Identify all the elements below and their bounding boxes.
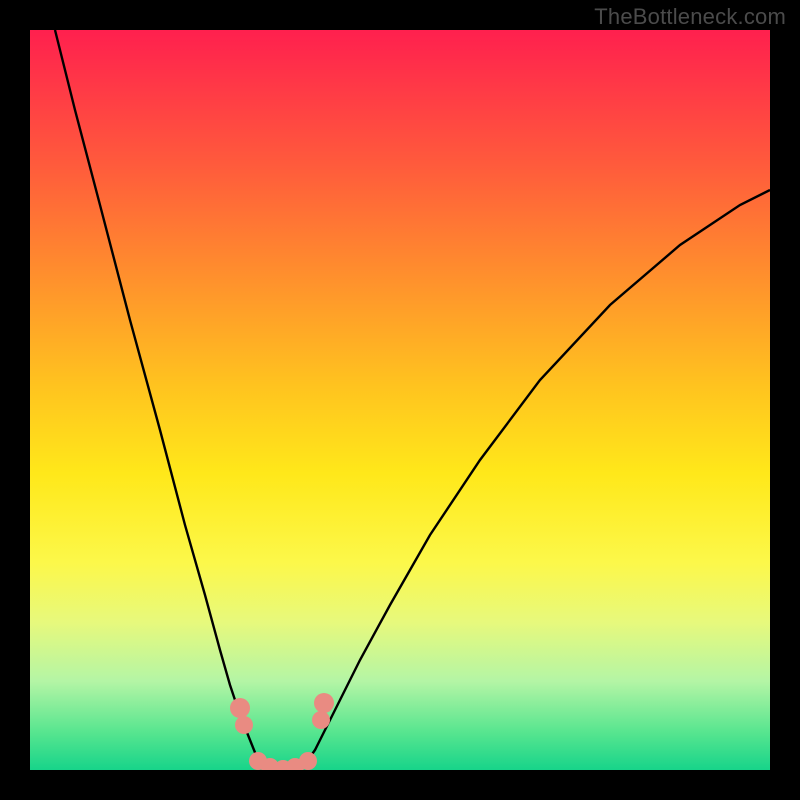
- curve-group: [55, 30, 770, 769]
- outer-frame: TheBottleneck.com: [0, 0, 800, 800]
- watermark-text: TheBottleneck.com: [594, 4, 786, 30]
- curve-left-branch: [55, 30, 258, 760]
- valley-marker: [314, 693, 334, 713]
- valley-marker: [235, 716, 253, 734]
- valley-marker: [312, 711, 330, 729]
- valley-markers: [230, 693, 334, 770]
- bottleneck-curve-svg: [30, 30, 770, 770]
- valley-marker: [299, 752, 317, 770]
- valley-marker: [230, 698, 250, 718]
- curve-right-branch: [308, 190, 770, 760]
- plot-area: [30, 30, 770, 770]
